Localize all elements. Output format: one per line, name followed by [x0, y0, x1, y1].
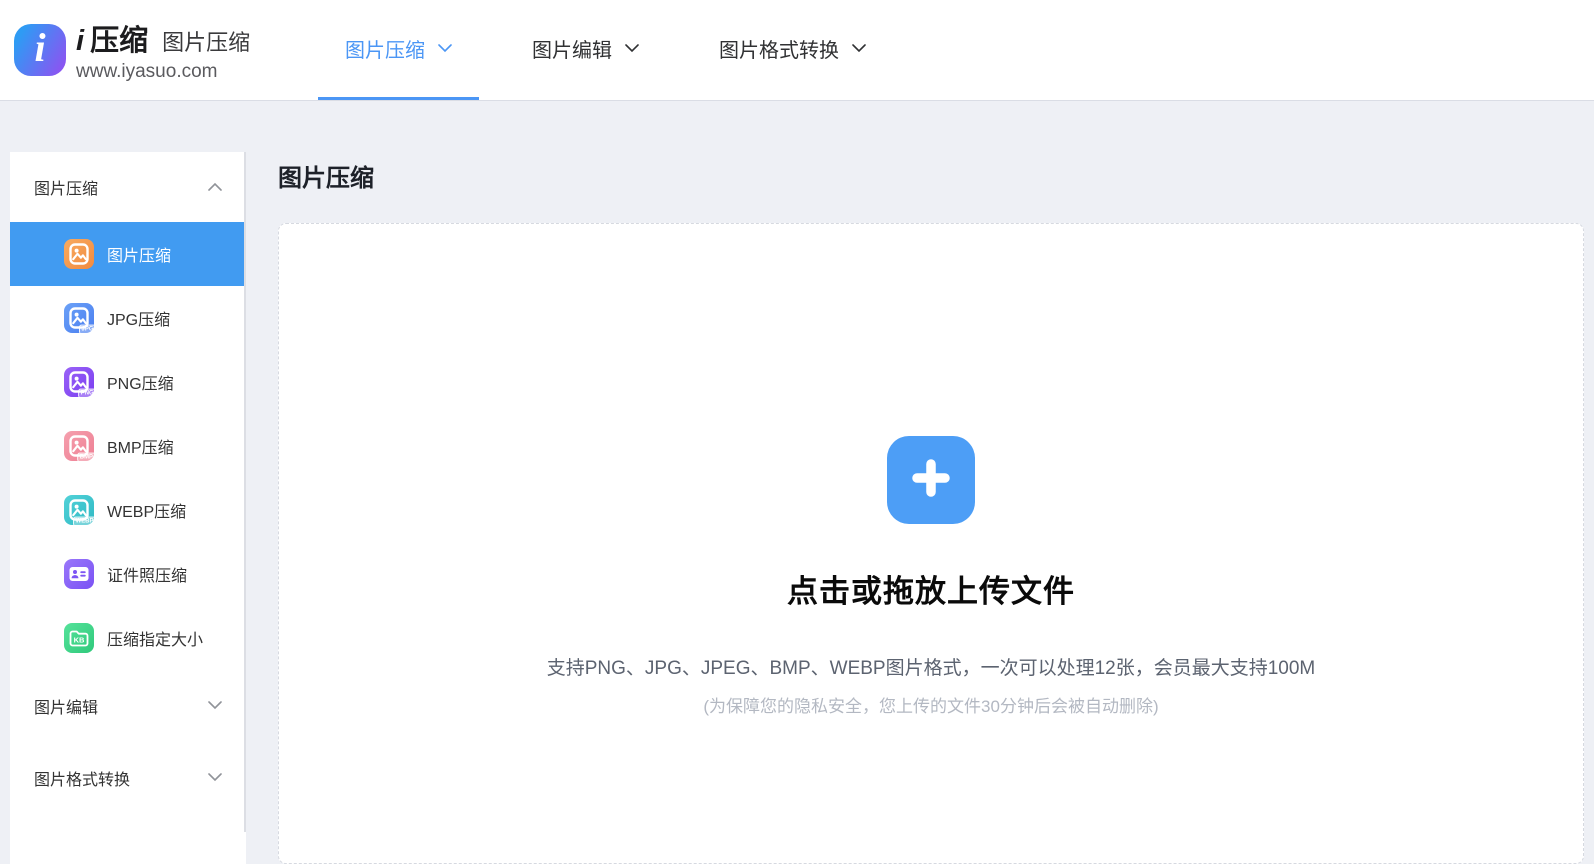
- sidebar-item-id-photo-compress[interactable]: 证件照压缩: [10, 542, 246, 606]
- image-compress-icon: [64, 239, 94, 269]
- id-photo-icon: [64, 559, 94, 589]
- top-nav: 图片压缩 图片编辑 图片格式转换: [318, 0, 919, 100]
- format-badge: PNG: [78, 389, 96, 398]
- chevron-down-icon: [208, 769, 222, 787]
- nav-item-image-compress[interactable]: 图片压缩: [318, 0, 479, 100]
- upload-support-text: 支持PNG、JPG、JPEG、BMP、WEBP图片格式，一次可以处理12张，会员…: [547, 653, 1316, 680]
- sidebar-item-label: JPG压缩: [107, 306, 170, 330]
- sidebar-section-label: 图片压缩: [34, 175, 98, 199]
- nav-item-image-edit[interactable]: 图片编辑: [505, 0, 666, 100]
- format-badge: BMP: [78, 453, 96, 462]
- sidebar-item-image-compress[interactable]: 图片压缩: [10, 222, 246, 286]
- sidebar-item-label: 证件照压缩: [107, 562, 187, 586]
- brand-mark: i: [76, 25, 84, 58]
- brand-tagline: 图片压缩: [162, 25, 250, 57]
- brand[interactable]: i i 压缩 图片压缩 www.iyasuo.com: [0, 17, 250, 83]
- png-icon: PNG: [64, 367, 94, 397]
- brand-text: i 压缩 图片压缩 www.iyasuo.com: [76, 17, 250, 83]
- chevron-down-icon: [625, 44, 639, 53]
- sidebar-item-label: WEBP压缩: [107, 498, 186, 522]
- plus-icon: [908, 455, 954, 506]
- chevron-up-icon: [208, 178, 222, 196]
- upload-dropzone[interactable]: 点击或拖放上传文件 支持PNG、JPG、JPEG、BMP、WEBP图片格式，一次…: [278, 223, 1584, 864]
- nav-item-label: 图片压缩: [345, 34, 425, 63]
- sidebar-item-bmp-compress[interactable]: BMP BMP压缩: [10, 414, 246, 478]
- format-badge: WEBP: [73, 517, 96, 526]
- svg-text:KB: KB: [74, 636, 85, 645]
- sidebar-section-image-compress[interactable]: 图片压缩: [10, 152, 246, 222]
- sidebar-section-label: 图片格式转换: [34, 766, 130, 790]
- sidebar-item-compress-to-size[interactable]: KB 压缩指定大小: [10, 606, 246, 670]
- brand-name: 压缩: [90, 17, 148, 59]
- sidebar-item-label: PNG压缩: [107, 370, 174, 394]
- sidebar-section-label: 图片编辑: [34, 694, 98, 718]
- brand-url: www.iyasuo.com: [76, 61, 250, 83]
- page-title: 图片压缩: [278, 158, 1584, 193]
- webp-icon: WEBP: [64, 495, 94, 525]
- brand-logo-icon: i: [14, 24, 66, 76]
- chevron-down-icon: [438, 44, 452, 53]
- sidebar-section-format-convert[interactable]: 图片格式转换: [10, 742, 246, 814]
- sidebar-item-jpg-compress[interactable]: JPG JPG压缩: [10, 286, 246, 350]
- sidebar-item-label: 压缩指定大小: [107, 626, 203, 650]
- sidebar-section-image-edit[interactable]: 图片编辑: [10, 670, 246, 742]
- sidebar-item-label: 图片压缩: [107, 242, 171, 266]
- sidebar: 图片压缩 图片压缩 JPG: [10, 152, 246, 864]
- sidebar-item-label: BMP压缩: [107, 434, 174, 458]
- sidebar-scrollbar[interactable]: [244, 152, 246, 832]
- bmp-icon: BMP: [64, 431, 94, 461]
- upload-privacy-text: (为保障您的隐私安全，您上传的文件30分钟后会被自动删除): [703, 692, 1158, 717]
- sidebar-item-png-compress[interactable]: PNG PNG压缩: [10, 350, 246, 414]
- upload-headline: 点击或拖放上传文件: [787, 566, 1075, 611]
- nav-item-label: 图片编辑: [532, 34, 612, 63]
- kb-size-icon: KB: [64, 623, 94, 653]
- format-badge: JPG: [79, 325, 96, 334]
- nav-item-label: 图片格式转换: [719, 34, 839, 63]
- main-area: 图片压缩 点击或拖放上传文件 支持PNG、JPG、JPEG、BMP、WEBP图片…: [278, 152, 1584, 864]
- chevron-down-icon: [208, 697, 222, 715]
- add-files-button[interactable]: [887, 436, 975, 524]
- sidebar-item-webp-compress[interactable]: WEBP WEBP压缩: [10, 478, 246, 542]
- nav-item-format-convert[interactable]: 图片格式转换: [692, 0, 893, 100]
- jpg-icon: JPG: [64, 303, 94, 333]
- content-area: 图片压缩 图片压缩 JPG: [0, 100, 1594, 864]
- app-header: i i 压缩 图片压缩 www.iyasuo.com 图片压缩 图片编辑 图片格…: [0, 0, 1594, 100]
- chevron-down-icon: [852, 44, 866, 53]
